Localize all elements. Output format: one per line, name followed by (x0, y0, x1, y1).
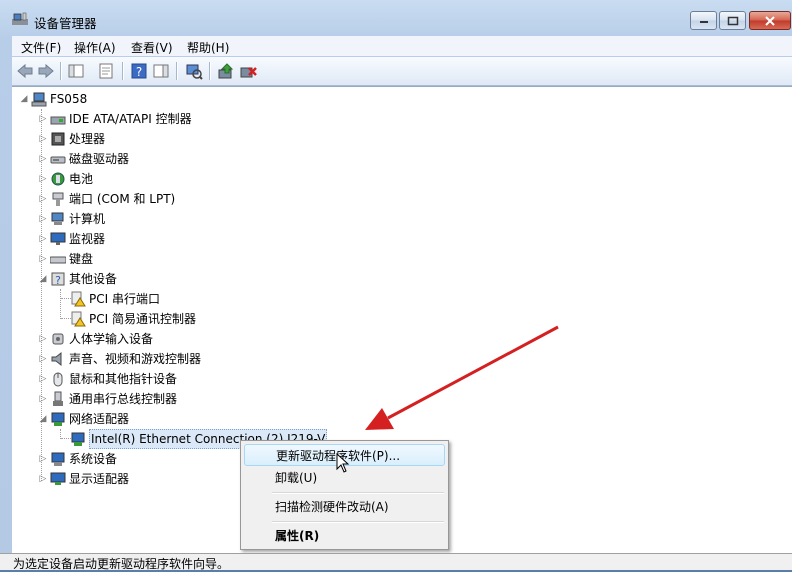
menu-uninstall-label: 卸载(U) (275, 471, 318, 485)
status-text: 为选定设备启动更新驱动程序软件向导。 (13, 557, 230, 571)
menu-properties[interactable]: 属性(R) (244, 525, 445, 547)
menu-scan-hardware-label: 扫描检测硬件改动(A) (275, 500, 389, 514)
menu-scan-hardware[interactable]: 扫描检测硬件改动(A) (244, 496, 445, 518)
arrow-head-icon (365, 408, 394, 430)
menu-separator (272, 492, 444, 494)
mouse-cursor-icon (336, 453, 350, 473)
menu-separator (272, 521, 444, 523)
device-manager-window: 设备管理器 文件(F) 操作(A) 查看(V) 帮助(H) ? ◢ FS058 … (0, 0, 792, 571)
status-bar: 为选定设备启动更新驱动程序软件向导。 (0, 553, 792, 571)
menu-properties-label: 属性(R) (275, 529, 320, 543)
